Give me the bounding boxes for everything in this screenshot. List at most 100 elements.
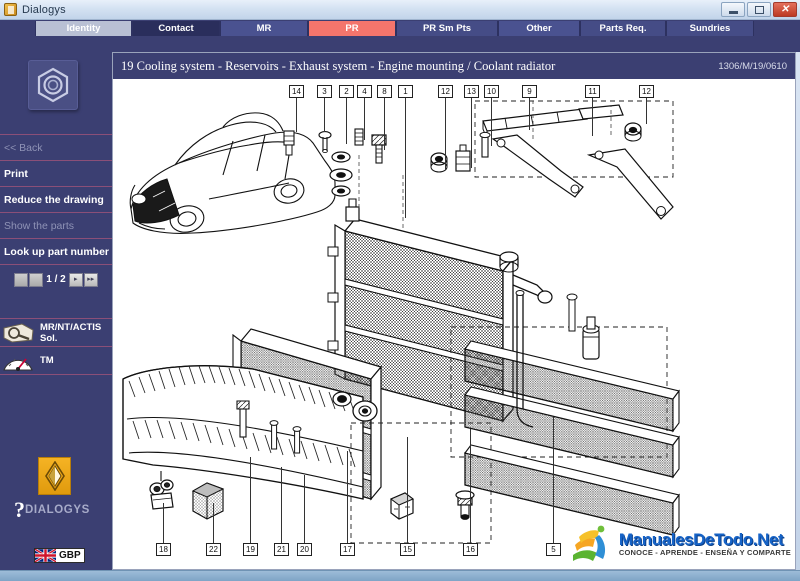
tab-contact[interactable]: Contact	[132, 21, 220, 36]
callout-3[interactable]: 3	[317, 85, 332, 98]
callout-1[interactable]: 1	[398, 85, 413, 98]
callout-16[interactable]: 16	[463, 543, 478, 556]
callout-11[interactable]: 11	[585, 85, 600, 98]
document-header: 19 Cooling system - Reservoirs - Exhaust…	[113, 53, 795, 79]
dialogys-brand: ? DIALOGYS	[14, 497, 110, 522]
callout-leader	[470, 429, 471, 543]
callout-21[interactable]: 21	[274, 543, 289, 556]
sidebar-item-print[interactable]: Print	[0, 160, 112, 186]
callout-leader	[250, 457, 251, 543]
callout-22[interactable]: 22	[206, 543, 221, 556]
callout-10[interactable]: 10	[484, 85, 499, 98]
renault-logo	[38, 457, 71, 495]
question-mark-icon: ?	[14, 497, 25, 522]
callout-15[interactable]: 15	[400, 543, 415, 556]
callout-19[interactable]: 19	[243, 543, 258, 556]
callout-leader	[445, 98, 446, 170]
callout-17[interactable]: 17	[340, 543, 355, 556]
title-bar: Dialogys ✕	[0, 0, 800, 20]
watermark: ManualesDeTodo.Net CONOCE - APRENDE - EN…	[571, 525, 791, 563]
callout-2[interactable]: 2	[339, 85, 354, 98]
close-button[interactable]: ✕	[773, 2, 797, 17]
tab-identity[interactable]: Identity	[35, 21, 132, 36]
callout-20[interactable]: 20	[297, 543, 312, 556]
wrench-icon	[2, 322, 36, 344]
tab-parts-req[interactable]: Parts Req.	[580, 21, 666, 36]
callout-leader	[304, 475, 305, 543]
page-indicator: 1 / 2	[46, 274, 66, 285]
sidebar-item-back: << Back	[0, 134, 112, 160]
application-window: Dialogys ✕ Identity Contact MR PR PR Sm Pts O…	[0, 0, 800, 581]
tab-mr[interactable]: MR	[220, 21, 308, 36]
tab-strip: Identity Contact MR PR PR Sm Pts Other Parts R…	[0, 20, 800, 67]
first-page-button[interactable]	[14, 272, 29, 287]
gauge-icon	[2, 350, 36, 372]
callout-leader	[346, 98, 347, 144]
callout-leader	[296, 98, 297, 132]
callout-leader	[491, 98, 492, 146]
tab-pr-sm-pts[interactable]: PR Sm Pts	[396, 21, 498, 36]
callout-12[interactable]: 12	[639, 85, 654, 98]
tab-other[interactable]: Other	[498, 21, 580, 36]
callout-leader	[529, 98, 530, 130]
technical-drawing	[122, 100, 680, 544]
callout-leader	[213, 503, 214, 543]
sidebar-tool-label: MR/NT/ACTIS Sol.	[40, 321, 102, 344]
minimize-button[interactable]	[721, 2, 745, 17]
sidebar-tool-label: TM	[40, 355, 54, 366]
hex-nut-icon	[37, 67, 69, 103]
last-page-button[interactable]: ▸▸	[83, 272, 98, 287]
callout-9[interactable]: 9	[522, 85, 537, 98]
status-bar	[0, 570, 800, 581]
callout-12[interactable]: 12	[438, 85, 453, 98]
prev-page-button[interactable]	[29, 272, 44, 287]
callout-13[interactable]: 13	[464, 85, 479, 98]
window-controls: ✕	[721, 2, 797, 17]
document-reference: 1306/M/19/0610	[718, 60, 787, 72]
renault-diamond-icon	[44, 461, 65, 491]
sidebar-menu: << Back Print Reduce the drawing Show the p…	[0, 134, 112, 375]
document-title: 19 Cooling system - Reservoirs - Exhaust…	[121, 58, 556, 73]
manuales-logo-icon	[572, 525, 605, 561]
tab-pr[interactable]: PR	[308, 21, 396, 36]
tab-sundries[interactable]: Sundries	[666, 21, 754, 36]
language-badge[interactable]: GBP	[34, 548, 85, 563]
callout-leader	[646, 98, 647, 124]
document-body[interactable]: 14 3 2 4 8 1 12 13 10 9 11 12 18 22 19 21 20 17 15 16 5 Manu…	[113, 79, 795, 569]
page-navigator: 1 / 2 ▸ ▸▸	[0, 264, 112, 294]
sidebar-tool-tm[interactable]: TM	[0, 346, 112, 374]
callout-leader	[364, 98, 365, 140]
sidebar-logo-button[interactable]	[28, 60, 78, 110]
callout-4[interactable]: 4	[357, 85, 372, 98]
uk-flag-icon	[35, 549, 56, 562]
callout-18[interactable]: 18	[156, 543, 171, 556]
tab-row-primary: Identity Contact MR PR PR Sm Pts Other Parts R…	[0, 21, 800, 36]
callout-leader	[347, 451, 348, 543]
window-title: Dialogys	[22, 3, 66, 16]
sidebar-item-reduce-the-drawing[interactable]: Reduce the drawing	[0, 186, 112, 212]
sidebar-tool-mr-nt-actis-sol[interactable]: MR/NT/ACTIS Sol.	[0, 318, 112, 346]
next-page-button[interactable]: ▸	[68, 272, 83, 287]
callout-leader	[553, 417, 554, 543]
sidebar-item-show-the-parts: Show the parts	[0, 212, 112, 238]
app-icon	[4, 3, 17, 16]
watermark-tagline: CONOCE - APRENDE - ENSEÑA Y COMPARTE	[618, 548, 791, 557]
callout-5[interactable]: 5	[546, 543, 561, 556]
callout-leader	[592, 98, 593, 136]
dialogys-label: DIALOGYS	[25, 504, 90, 516]
watermark-title: ManualesDeTodo.Net	[618, 530, 784, 549]
callout-leader	[405, 98, 406, 218]
callout-14[interactable]: 14	[289, 85, 304, 98]
callout-8[interactable]: 8	[377, 85, 392, 98]
maximize-button[interactable]	[747, 2, 771, 17]
sidebar-divider	[0, 374, 112, 375]
document-panel: 19 Cooling system - Reservoirs - Exhaust…	[112, 52, 796, 570]
callout-leader	[407, 437, 408, 543]
callout-leader	[163, 503, 164, 543]
sidebar-item-look-up-part-number[interactable]: Look up part number	[0, 238, 112, 264]
callout-leader	[471, 98, 472, 168]
callout-leader	[384, 98, 385, 150]
currency-code: GBP	[59, 550, 81, 561]
callout-leader	[324, 98, 325, 132]
